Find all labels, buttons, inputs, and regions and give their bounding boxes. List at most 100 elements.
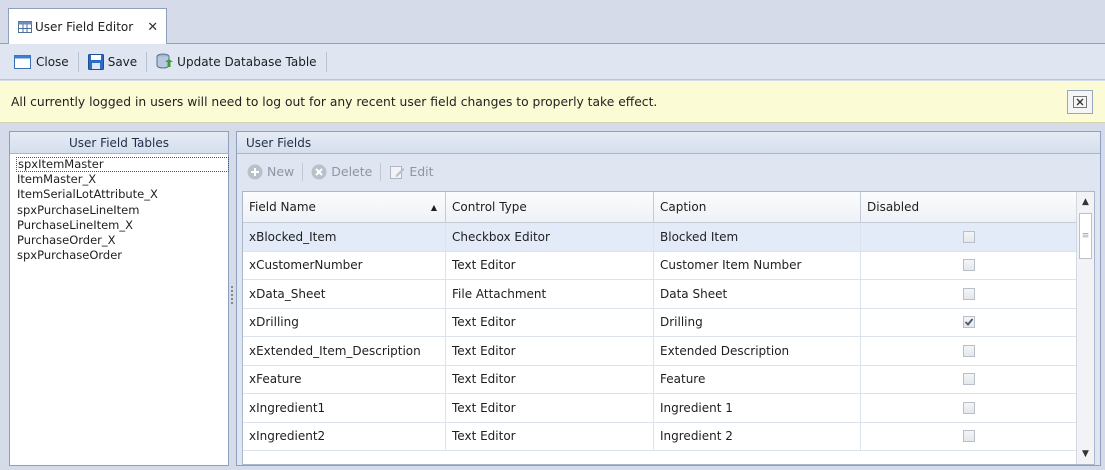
save-icon [87, 53, 104, 70]
disabled-cell [861, 223, 1077, 251]
edit-button-label: Edit [409, 164, 434, 179]
disabled-checkbox[interactable] [962, 316, 975, 329]
column-header-control-type[interactable]: Control Type [446, 192, 654, 222]
table-list-item[interactable]: ItemSerialLotAttribute_X [16, 187, 228, 202]
column-header-label: Field Name [249, 200, 316, 214]
info-message: All currently logged in users will need … [11, 94, 658, 109]
column-header-disabled[interactable]: Disabled [861, 192, 1077, 222]
tab-user-field-editor[interactable]: User Field Editor ✕ [8, 8, 167, 45]
save-button-label: Save [107, 54, 138, 69]
table-list-item[interactable]: spxItemMaster [16, 157, 229, 173]
toolbar-divider [302, 162, 304, 181]
table-list-item[interactable]: PurchaseLineItem_X [16, 218, 228, 233]
table-row[interactable]: xData_Sheet File Attachment Data Sheet [243, 280, 1094, 309]
caption-cell[interactable]: Extended Description [654, 337, 861, 365]
caption-cell[interactable]: Data Sheet [654, 280, 861, 308]
user-field-tables-title: User Field Tables [10, 132, 228, 154]
grid-body: xBlocked_Item Checkbox Editor Blocked Item… [243, 223, 1094, 451]
toolbar-divider [77, 51, 79, 72]
vertical-scrollbar[interactable]: ▲ ≡ ▼ [1076, 192, 1094, 464]
delete-button[interactable]: Delete [308, 160, 375, 184]
delete-button-label: Delete [331, 164, 373, 179]
disabled-checkbox[interactable] [962, 373, 975, 386]
disabled-checkbox[interactable] [962, 430, 975, 443]
disabled-checkbox[interactable] [962, 259, 975, 272]
table-row[interactable]: xCustomerNumber Text Editor Customer Item … [243, 251, 1094, 280]
tab-strip: User Field Editor ✕ [0, 0, 1105, 45]
control-type-cell[interactable]: Text Editor [446, 308, 654, 336]
toolbar-divider [380, 162, 382, 181]
table-list-item[interactable]: spxPurchaseLineItem [16, 203, 228, 218]
tab-close-icon[interactable]: ✕ [147, 20, 158, 35]
panel-splitter[interactable] [231, 286, 234, 308]
column-header-label: Disabled [867, 200, 920, 214]
sort-ascending-icon: ▲ [430, 203, 437, 212]
dismiss-icon [1073, 96, 1087, 108]
new-button-label: New [267, 164, 295, 179]
new-button[interactable]: New [244, 160, 297, 184]
control-type-cell[interactable]: File Attachment [446, 280, 654, 308]
column-header-field-name[interactable]: Field Name ▲ [243, 192, 446, 222]
close-button[interactable]: Close [10, 49, 73, 75]
caption-cell[interactable]: Drilling [654, 308, 861, 336]
field-name-cell[interactable]: xExtended_Item_Description [243, 337, 446, 365]
caption-cell[interactable]: Customer Item Number [654, 251, 861, 279]
disabled-checkbox[interactable] [962, 401, 975, 414]
table-row[interactable]: xExtended_Item_Description Text Editor Ext… [243, 337, 1094, 366]
delete-icon [311, 164, 327, 179]
scroll-down-icon[interactable]: ▼ [1077, 446, 1094, 462]
field-name-cell[interactable]: xFeature [243, 365, 446, 393]
disabled-checkbox[interactable] [962, 287, 975, 300]
table-list-item[interactable]: spxPurchaseOrder [16, 248, 228, 263]
edit-button[interactable]: Edit [386, 160, 436, 184]
control-type-cell[interactable]: Text Editor [446, 337, 654, 365]
update-database-table-button[interactable]: Update Database Table [152, 49, 320, 75]
field-name-cell[interactable]: xIngredient1 [243, 394, 446, 422]
control-type-cell[interactable]: Text Editor [446, 394, 654, 422]
tab-label: User Field Editor [35, 20, 134, 34]
scroll-thumb[interactable]: ≡ [1079, 213, 1092, 259]
info-dismiss-button[interactable] [1067, 90, 1093, 114]
info-bar: All currently logged in users will need … [0, 81, 1105, 123]
disabled-cell [861, 308, 1077, 336]
table-row[interactable]: xIngredient1 Text Editor Ingredient 1 [243, 394, 1094, 423]
field-name-cell[interactable]: xBlocked_Item [243, 223, 446, 251]
table-row[interactable]: xBlocked_Item Checkbox Editor Blocked Item [243, 223, 1094, 252]
close-button-label: Close [36, 54, 69, 69]
field-name-cell[interactable]: xDrilling [243, 308, 446, 336]
control-type-cell[interactable]: Text Editor [446, 422, 654, 450]
table-row[interactable]: xFeature Text Editor Feature [243, 365, 1094, 394]
disabled-cell [861, 337, 1077, 365]
control-type-cell[interactable]: Checkbox Editor [446, 223, 654, 251]
toolbar-divider [325, 51, 327, 72]
field-name-cell[interactable]: xCustomerNumber [243, 251, 446, 279]
user-field-tables-list: spxItemMaster ItemMaster_X ItemSerialLot… [10, 154, 229, 263]
control-type-cell[interactable]: Text Editor [446, 365, 654, 393]
table-row[interactable]: xIngredient2 Text Editor Ingredient 2 [243, 422, 1094, 451]
disabled-cell [861, 251, 1077, 279]
control-type-cell[interactable]: Text Editor [446, 251, 654, 279]
table-row[interactable]: xDrilling Text Editor Drilling [243, 308, 1094, 337]
column-header-label: Caption [660, 200, 707, 214]
table-list-item[interactable]: ItemMaster_X [16, 172, 228, 187]
column-header-caption[interactable]: Caption [654, 192, 861, 222]
disabled-cell [861, 365, 1077, 393]
user-field-tables-panel: User Field Tables spxItemMaster ItemMast… [9, 131, 229, 466]
field-name-cell[interactable]: xData_Sheet [243, 280, 446, 308]
caption-cell[interactable]: Blocked Item [654, 223, 861, 251]
toolbar-divider [146, 51, 148, 72]
caption-cell[interactable]: Ingredient 2 [654, 422, 861, 450]
user-fields-toolbar: New Delete Edit [237, 155, 1100, 188]
database-update-icon [156, 53, 174, 69]
disabled-checkbox[interactable] [962, 344, 975, 357]
column-header-label: Control Type [452, 200, 527, 214]
field-name-cell[interactable]: xIngredient2 [243, 422, 446, 450]
caption-cell[interactable]: Ingredient 1 [654, 394, 861, 422]
disabled-checkbox[interactable] [962, 230, 975, 243]
table-list-item[interactable]: PurchaseOrder_X [16, 233, 228, 248]
disabled-cell [861, 422, 1077, 450]
disabled-cell [861, 280, 1077, 308]
save-button[interactable]: Save [84, 49, 141, 75]
caption-cell[interactable]: Feature [654, 365, 861, 393]
scroll-up-icon[interactable]: ▲ [1077, 194, 1094, 210]
